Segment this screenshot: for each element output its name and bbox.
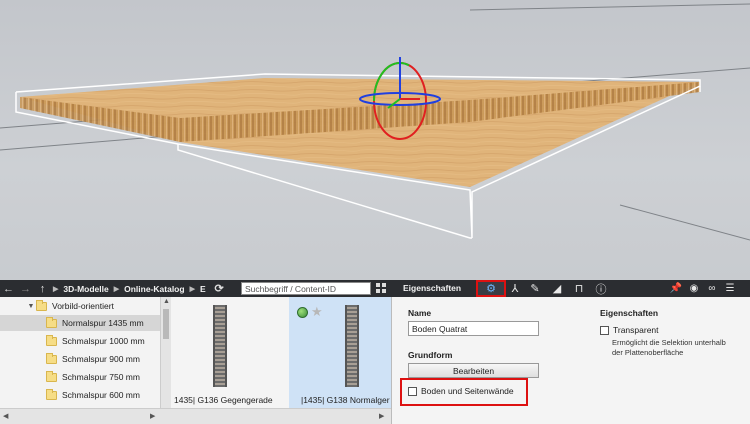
grid-line	[619, 204, 750, 241]
chevron-right-icon: ▶	[113, 285, 120, 293]
tab-paint-brush[interactable]: ✎	[526, 280, 544, 297]
properties-title: Eigenschaften	[403, 283, 462, 293]
tree-item-label: Vorbild-orientiert	[52, 301, 114, 311]
folder-icon	[36, 299, 47, 311]
link-icon[interactable]: ∞	[704, 280, 720, 297]
transparent-label: Transparent	[613, 325, 659, 335]
menu-icon[interactable]: ☰	[722, 280, 738, 297]
catalog-tree: ▼ Vorbild-orientiert Normalspur 1435 mm …	[0, 297, 160, 408]
refresh-icon[interactable]: ⟳	[211, 280, 228, 297]
search-input[interactable]	[241, 282, 371, 295]
library-toolbar: ← → ↑ ▶ 3D-Modelle ▶ Online-Katalog ▶ E …	[0, 280, 750, 297]
tree-item-label: Schmalspur 900 mm	[62, 354, 140, 364]
folder-icon	[46, 370, 57, 382]
content-horizontal-scrollbar[interactable]: ▶	[171, 408, 391, 424]
tree-item-label: Schmalspur 1000 mm	[62, 336, 145, 346]
annotation-highlight-box	[400, 378, 528, 406]
grid-line	[0, 134, 181, 151]
edit-button[interactable]: Bearbeiten	[408, 363, 539, 378]
gear-icon: ⚙	[486, 283, 496, 295]
tile-label: |1435| G138 Normalger	[301, 395, 390, 405]
breadcrumb-3d-modelle[interactable]: 3D-Modelle	[60, 284, 111, 294]
tree-item-schmalspur-1000[interactable]: Schmalspur 1000 mm	[0, 333, 160, 349]
transparent-checkbox[interactable]	[600, 325, 609, 335]
folder-icon	[46, 316, 57, 328]
tree-item-label: Schmalspur 750 mm	[62, 372, 140, 382]
back-arrow-icon[interactable]: ←	[0, 280, 17, 297]
catalog-tile-selected[interactable]: ★ |1435| G138 Normalger	[289, 297, 391, 412]
tab-settings-gear[interactable]: ⚙	[476, 280, 506, 297]
tab-tunnel[interactable]: ⊓	[570, 280, 588, 297]
scrollbar-thumb[interactable]	[163, 309, 169, 339]
star-icon[interactable]: ★	[311, 304, 323, 320]
grid-line	[469, 3, 750, 11]
tab-info[interactable]: ⓘ	[592, 280, 610, 297]
tree-item-label: Normalspur 1435 mm	[62, 318, 144, 328]
tree-item-vorbild-orientiert[interactable]: ▼ Vorbild-orientiert	[0, 298, 160, 314]
tree-item-schmalspur-750[interactable]: Schmalspur 750 mm	[0, 369, 160, 385]
breadcrumb-online-katalog[interactable]: Online-Katalog	[121, 284, 187, 294]
name-label: Name	[408, 308, 432, 318]
eigenschaften-label: Eigenschaften	[600, 308, 659, 318]
tree-item-schmalspur-900[interactable]: Schmalspur 900 mm	[0, 351, 160, 367]
catalog-content-grid: 1435| G136 Gegengerade ★ |1435| G138 Nor…	[171, 297, 391, 424]
chevron-right-icon: ▶	[53, 285, 59, 293]
tunnel-icon: ⊓	[574, 283, 584, 295]
grundform-label: Grundform	[408, 350, 453, 360]
chevron-right-icon: ▶	[189, 285, 195, 293]
tree-horizontal-scrollbar[interactable]: ◀ ▶	[0, 408, 171, 424]
grid-view-icon[interactable]	[376, 283, 386, 293]
scroll-right-icon[interactable]: ▶	[150, 412, 155, 420]
breadcrumb-truncated[interactable]: E	[197, 284, 209, 294]
folder-icon	[46, 388, 57, 400]
catalog-tile[interactable]: 1435| G136 Gegengerade	[171, 297, 279, 412]
track-thumbnail	[213, 305, 227, 387]
tab-object-icon[interactable]: ⅄	[506, 280, 524, 297]
tab-terrain[interactable]: ◢	[548, 280, 566, 297]
globe-icon	[297, 307, 308, 318]
info-icon: ⓘ	[595, 283, 607, 296]
tree-item-label: Schmalspur 600 mm	[62, 390, 140, 400]
forward-arrow-icon[interactable]: →	[17, 280, 34, 297]
transparent-hint: Ermöglicht die Selektion unterhalb der P…	[612, 338, 726, 357]
scroll-left-icon[interactable]: ◀	[3, 412, 8, 420]
tree-item-normalspur[interactable]: Normalspur 1435 mm	[0, 315, 160, 331]
folder-icon	[46, 334, 57, 346]
tree-item-schmalspur-600[interactable]: Schmalspur 600 mm	[0, 387, 160, 403]
name-field[interactable]	[408, 321, 539, 336]
track-thumbnail	[345, 305, 359, 387]
scroll-up-icon[interactable]: ▲	[163, 298, 170, 305]
brush-icon: ✎	[530, 283, 540, 295]
tree-vertical-scrollbar[interactable]: ▲	[160, 297, 171, 408]
scroll-right-icon[interactable]: ▶	[379, 412, 384, 420]
folder-icon	[46, 352, 57, 364]
up-arrow-icon[interactable]: ↑	[34, 280, 51, 297]
chevron-down-icon[interactable]: ▼	[26, 303, 36, 310]
terrain-icon: ◢	[552, 283, 562, 295]
3d-viewport[interactable]	[0, 0, 750, 280]
tile-label: 1435| G136 Gegengerade	[174, 395, 273, 405]
eye-icon[interactable]: ◉	[686, 280, 702, 297]
transparent-checkbox-row[interactable]: Transparent	[600, 325, 659, 335]
pin-icon[interactable]: 📌	[668, 280, 684, 297]
